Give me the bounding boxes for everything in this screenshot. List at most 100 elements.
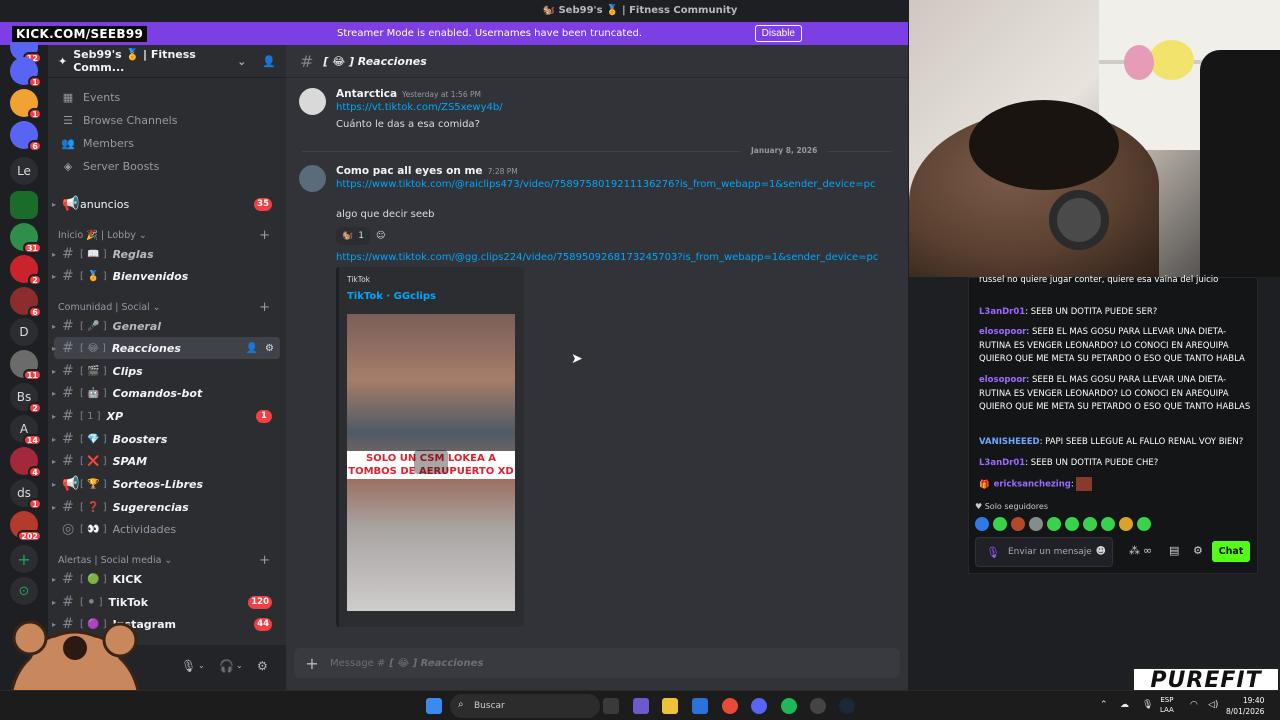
channel-anuncios[interactable]: ▸ 📢 anuncios 35 <box>52 193 280 215</box>
emote-icon[interactable] <box>1011 517 1025 531</box>
gift-icon[interactable]: ▤ <box>1169 544 1179 557</box>
events-item[interactable]: ▦ Events <box>54 86 280 108</box>
file-explorer-icon[interactable] <box>662 698 678 714</box>
add-attachment-icon[interactable]: + <box>294 654 330 673</box>
microphone-icon[interactable]: 🎙 <box>181 659 196 673</box>
browse-channels-item[interactable]: ☰ Browse Channels <box>54 109 280 131</box>
volume-icon[interactable]: ◁) <box>1208 700 1218 710</box>
emote-icon[interactable] <box>975 517 989 531</box>
discord-server-icon[interactable]: 1 <box>10 57 42 88</box>
server-icon-d[interactable]: D <box>10 318 38 346</box>
store-icon[interactable] <box>692 698 708 714</box>
channel-boosters[interactable]: ▸ #[ 💎 ] Boosters <box>52 428 280 450</box>
chevron-down-icon[interactable]: ⌄ <box>236 661 243 670</box>
server-icon-orange[interactable]: 1 <box>10 89 42 120</box>
taskbar-search[interactable]: ⌕ Buscar <box>450 694 600 718</box>
message-author[interactable]: Antarctica Yesterday at 1:56 PM <box>336 88 481 100</box>
server-icon-gray[interactable]: 11 <box>10 350 42 381</box>
settings-gear-icon[interactable]: ⚙ <box>1193 544 1203 557</box>
chat-send-button[interactable]: Chat <box>1212 541 1250 562</box>
channel-spam[interactable]: ▸ #[ ❌ ] SPAM <box>52 450 280 472</box>
tray-chevron-icon[interactable]: ⌃ <box>1100 700 1108 710</box>
chat-input[interactable]: 🎙 Enviar un mensaje ☻ <box>975 537 1113 567</box>
server-icon-purple[interactable]: 6 <box>10 121 42 152</box>
channel-reglas[interactable]: ▸ #[ 📖 ] Reglas <box>52 243 280 265</box>
channel-xp[interactable]: ▸ #[ 1 ] XP 1 <box>52 405 280 427</box>
widgets-icon[interactable] <box>633 698 649 714</box>
emoji-icon[interactable]: ☻ <box>1096 546 1106 557</box>
channel-kick[interactable]: ▸ #[ 🟢 ] KICK <box>52 568 280 590</box>
category-alertas[interactable]: Alertas | Social media ⌄ + <box>58 552 278 568</box>
settings-gear-icon[interactable]: ⚙ <box>257 659 268 673</box>
channel-reacciones[interactable]: ▸ #[ 😂 ] Reacciones 👤 ⚙ <box>52 337 280 359</box>
server-icon-le[interactable]: Le <box>10 157 38 185</box>
add-channel-icon[interactable]: + <box>259 228 270 243</box>
invite-icon[interactable]: 👤 <box>262 55 276 68</box>
avatar[interactable] <box>299 88 326 115</box>
category-comunidad[interactable]: Comunidad | Social ⌄ + <box>58 299 278 315</box>
play-icon[interactable] <box>414 450 448 474</box>
disable-streamer-mode-button[interactable]: Disable <box>754 25 802 42</box>
server-icon-fitness[interactable]: 202 <box>10 511 42 542</box>
points-icon[interactable]: ⁂ <box>1129 544 1140 557</box>
server-icon-red[interactable]: 2 <box>10 255 42 286</box>
kick-server-icon[interactable] <box>10 191 38 219</box>
guild-header[interactable]: ✦ Seb99's 🏅 | Fitness Comm... ⌄ 👤 <box>48 45 286 78</box>
channel-bienvenidos[interactable]: ▸ #[ 🏅 ] Bienvenidos <box>52 265 280 287</box>
add-server-icon[interactable]: + <box>10 545 38 573</box>
mic-tray-icon[interactable]: 🎙 <box>1142 700 1153 710</box>
gear-icon[interactable]: ⚙ <box>265 343 274 354</box>
channel-sugerencias[interactable]: ▸ #[ ❓ ] Sugerencias <box>52 496 280 518</box>
emote-icon[interactable] <box>1065 517 1079 531</box>
channel-actividades[interactable]: ◎[ 👀 ] Actividades <box>54 518 280 540</box>
steam-icon[interactable] <box>839 698 855 714</box>
add-channel-icon[interactable]: + <box>259 300 270 315</box>
microphone-icon[interactable]: 🎙 <box>986 546 1000 559</box>
emote-icon[interactable] <box>1119 517 1133 531</box>
embed-video[interactable]: SOLO UN CSM LOKEA A TOMBOS DE AERUPUERTO… <box>347 314 515 611</box>
embed-title[interactable]: TikTok · GGclips <box>347 291 436 302</box>
channel-sorteos-libres[interactable]: ▸ 📢[ 🏆 ] Sorteos-Libres <box>52 473 280 495</box>
clock[interactable]: 19:40 8/01/2026 <box>1226 695 1264 717</box>
emote-icon[interactable] <box>1101 517 1115 531</box>
server-icon-char[interactable]: 6 <box>10 287 42 318</box>
add-channel-icon[interactable]: + <box>259 553 270 568</box>
network-icon[interactable]: ☁ <box>1120 700 1129 710</box>
chrome-icon[interactable] <box>722 698 738 714</box>
message-link[interactable]: https://www.tiktok.com/@raiclips473/vide… <box>336 179 876 190</box>
add-reaction-icon[interactable]: ☺ <box>376 227 385 245</box>
channel-tiktok[interactable]: ▸ #[ ⚫ ] TikTok 120 <box>52 591 280 613</box>
emote-icon[interactable] <box>1029 517 1043 531</box>
channel-comandos-bot[interactable]: ▸ #[ 🤖 ] Comandos-bot <box>52 382 280 404</box>
discord-taskbar-icon[interactable] <box>751 698 767 714</box>
server-icon-green[interactable]: 31 <box>10 223 42 254</box>
obs-icon[interactable] <box>810 698 826 714</box>
members-item[interactable]: 👥 Members <box>54 132 280 154</box>
channel-clips[interactable]: ▸ #[ 🎬 ] Clips <box>52 360 280 382</box>
server-boosts-item[interactable]: ◈ Server Boosts <box>54 155 280 177</box>
message-author[interactable]: Como pac all eyes on me 7:28 PM <box>336 165 518 177</box>
headphones-icon[interactable]: 🎧 <box>219 659 234 673</box>
invite-icon[interactable]: 👤 <box>246 343 258 354</box>
emote-icon[interactable] <box>1047 517 1061 531</box>
message-link[interactable]: https://www.tiktok.com/@gg.clips224/vide… <box>336 252 878 263</box>
reaction[interactable]: 🐿️ 1 <box>336 227 370 245</box>
category-lobby[interactable]: Inicio 🎉 | Lobby ⌄ + <box>58 227 278 243</box>
discover-icon[interactable]: ⊙ <box>10 577 38 605</box>
server-icon-crimson[interactable]: 4 <box>10 447 42 478</box>
server-icon-bs[interactable]: Bs 2 <box>10 383 42 414</box>
emote-icon[interactable] <box>993 517 1007 531</box>
task-view-icon[interactable] <box>603 698 619 714</box>
message-link[interactable]: https://vt.tiktok.com/ZS5xewy4b/ <box>336 102 503 113</box>
avatar[interactable] <box>299 165 326 192</box>
server-icon-a[interactable]: A 14 <box>10 415 42 446</box>
spotify-icon[interactable] <box>781 698 797 714</box>
language-indicator[interactable]: ESP LAA <box>1160 695 1174 715</box>
message-composer[interactable]: + Message # [ 😂 ] Reacciones <box>294 648 900 678</box>
emote-icon[interactable] <box>1137 517 1151 531</box>
server-icon-ds[interactable]: ds 1 <box>10 479 42 510</box>
channel-general[interactable]: ▸ #[ 🎤 ] General <box>52 315 280 337</box>
windows-start-icon[interactable] <box>426 698 442 714</box>
wifi-icon[interactable]: ◠ <box>1190 700 1198 710</box>
chevron-down-icon[interactable]: ⌄ <box>198 661 205 670</box>
